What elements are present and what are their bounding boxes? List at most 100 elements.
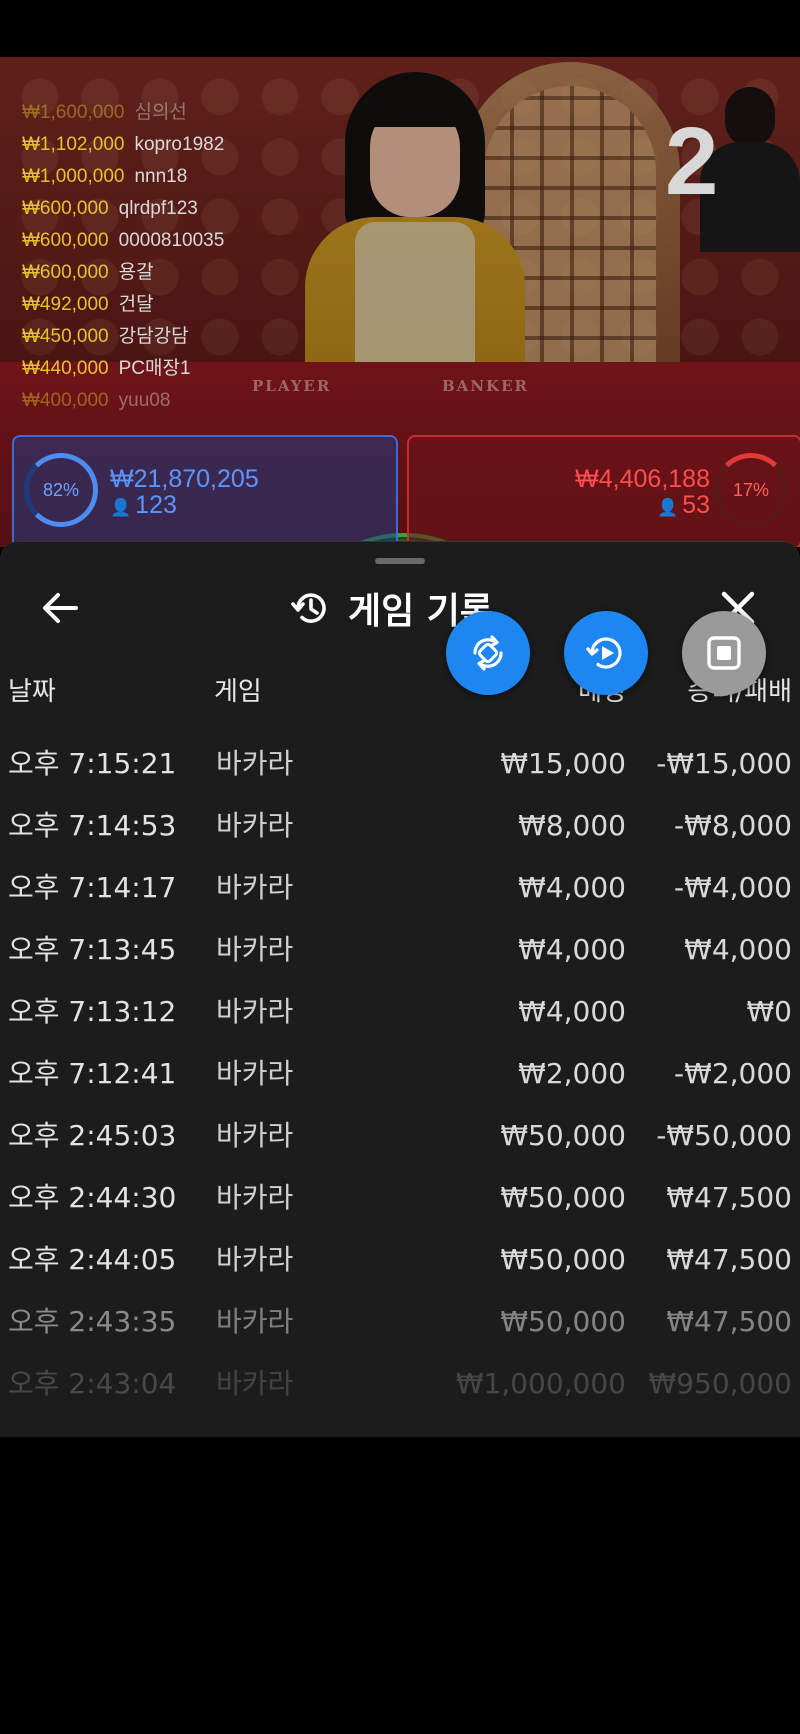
leaderboard-amount: ₩440,000 <box>22 358 109 379</box>
history-game: 바카라 <box>216 747 294 780</box>
leaderboard-name: 0000810035 <box>118 230 225 251</box>
history-game: 바카라 <box>216 809 294 842</box>
leaderboard-row: ₩440,000 PC매장1 <box>22 353 224 385</box>
history-list[interactable]: 오후 7:15:21 바카라 ₩15,000 -₩15,000 오후 7:14:53 바카… <box>0 738 800 1420</box>
leaderboard-row: ₩600,000 용갈 <box>22 257 224 289</box>
banker-bet-spot[interactable]: ₩4,406,188 👤 53 17% <box>407 435 800 547</box>
player-count-wrap: 👤 123 <box>110 491 177 520</box>
leaderboard-name: PC매장1 <box>118 358 191 379</box>
history-game: 바카라 <box>216 1243 294 1276</box>
history-time: 오후 2:44:05 <box>8 1243 177 1276</box>
history-game: 바카라 <box>216 995 294 1028</box>
leaderboard-name: 심의선 <box>134 102 187 123</box>
rotate-screen-button[interactable] <box>446 611 530 695</box>
history-result: -₩4,000 <box>674 871 792 904</box>
history-row[interactable]: 오후 7:13:12 바카라 ₩4,000 ₩0 <box>0 986 800 1048</box>
record-stop-button[interactable] <box>682 611 766 695</box>
stop-record-icon <box>707 636 741 670</box>
history-row[interactable]: 오후 7:13:45 바카라 ₩4,000 ₩4,000 <box>0 924 800 986</box>
column-game: 게임 <box>214 677 262 707</box>
leaderboard-row: ₩600,000 0000810035 <box>22 225 224 257</box>
history-clock-icon <box>291 593 326 623</box>
history-bet: ₩1,000,000 <box>455 1367 626 1400</box>
history-bet: ₩4,000 <box>518 995 626 1028</box>
history-bet: ₩4,000 <box>518 933 626 966</box>
leaderboard-amount: ₩400,000 <box>22 390 109 411</box>
history-game: 바카라 <box>216 1305 294 1338</box>
banker-percent-ring: 17% <box>714 453 788 527</box>
screen-rotate-icon <box>473 635 503 671</box>
history-time: 오후 7:14:53 <box>8 809 177 842</box>
leaderboard-amount: ₩600,000 <box>22 262 109 283</box>
leaderboard-amount: ₩1,600,000 <box>22 102 125 123</box>
leaderboard-row: ₩450,000 강담강담 <box>22 321 224 353</box>
history-row[interactable]: 오후 2:45:03 바카라 ₩50,000 -₩50,000 <box>0 1110 800 1172</box>
history-game: 바카라 <box>216 1119 294 1152</box>
history-time: 오후 7:14:17 <box>8 871 177 904</box>
history-game: 바카라 <box>216 1181 294 1214</box>
history-bet: ₩2,000 <box>518 1057 626 1090</box>
history-time: 오후 2:45:03 <box>8 1119 177 1152</box>
history-result: -₩15,000 <box>656 747 792 780</box>
player-percent-ring: 82% <box>24 453 98 527</box>
history-time: 오후 7:12:41 <box>8 1057 177 1090</box>
leaderboard-row: ₩1,600,000 심의선 <box>22 97 224 129</box>
leaderboard-name: 강담강담 <box>118 326 189 347</box>
history-bet: ₩50,000 <box>500 1305 626 1338</box>
history-result: ₩4,000 <box>684 933 792 966</box>
history-result: -₩8,000 <box>674 809 792 842</box>
user-icon: 👤 <box>110 498 132 517</box>
history-bet: ₩15,000 <box>500 747 626 780</box>
leaderboard-name: 용갈 <box>118 262 154 283</box>
live-video: PLAYER BANKER 2 ₩1,600,000 심의선 ₩1,102,000 k… <box>0 57 800 547</box>
history-result: ₩47,500 <box>666 1181 792 1214</box>
history-bet: ₩8,000 <box>518 809 626 842</box>
history-bet: ₩50,000 <box>500 1181 626 1214</box>
history-game: 바카라 <box>216 1057 294 1090</box>
history-row[interactable]: 오후 7:12:41 바카라 ₩2,000 -₩2,000 <box>0 1048 800 1110</box>
history-time: 오후 7:13:45 <box>8 933 177 966</box>
record-play-button[interactable] <box>564 611 648 695</box>
history-bet: ₩50,000 <box>500 1243 626 1276</box>
history-game: 바카라 <box>216 871 294 904</box>
history-row[interactable]: 오후 7:15:21 바카라 ₩15,000 -₩15,000 <box>0 738 800 800</box>
history-row[interactable]: 오후 2:44:05 바카라 ₩50,000 ₩47,500 <box>0 1234 800 1296</box>
history-result: -₩50,000 <box>656 1119 792 1152</box>
history-time: 오후 2:44:30 <box>8 1181 177 1214</box>
history-result: ₩0 <box>746 995 793 1028</box>
history-row[interactable]: 오후 2:43:35 바카라 ₩50,000 ₩47,500 <box>0 1296 800 1358</box>
history-result: ₩950,000 <box>648 1367 792 1400</box>
history-time: 오후 7:13:12 <box>8 995 177 1028</box>
history-time: 오후 2:43:35 <box>8 1305 177 1338</box>
leaderboard-name: nnn18 <box>134 166 188 187</box>
leaderboard-row: ₩1,102,000 kopro1982 <box>22 129 224 161</box>
history-row[interactable]: 오후 2:44:30 바카라 ₩50,000 ₩47,500 <box>0 1172 800 1234</box>
leaderboard-row: ₩400,000 yuu08 <box>22 385 224 417</box>
leaderboard-amount: ₩1,000,000 <box>22 166 125 187</box>
sheet-drag-handle[interactable] <box>375 558 425 564</box>
play-record-icon <box>586 637 622 669</box>
history-row[interactable]: 오후 7:14:17 바카라 ₩4,000 -₩4,000 <box>0 862 800 924</box>
banker-count-wrap: 👤 53 <box>657 491 710 520</box>
leaderboard-row: ₩492,000 건달 <box>22 289 224 321</box>
back-button[interactable] <box>36 584 84 632</box>
player-total: ₩21,870,205 <box>110 465 259 493</box>
leaderboard-amount: ₩600,000 <box>22 230 109 251</box>
leaderboard: ₩1,600,000 심의선 ₩1,102,000 kopro1982 ₩1,000,0… <box>22 97 224 417</box>
leaderboard-name: qlrdpf123 <box>118 198 198 219</box>
history-time: 오후 7:15:21 <box>8 747 177 780</box>
leaderboard-name: kopro1982 <box>134 134 225 155</box>
leaderboard-amount: ₩1,102,000 <box>22 134 125 155</box>
history-result: -₩2,000 <box>674 1057 792 1090</box>
banker-total: ₩4,406,188 <box>575 465 710 493</box>
history-row[interactable]: 오후 2:43:04 바카라 ₩1,000,000 ₩950,000 <box>0 1358 800 1420</box>
player-bet-spot[interactable]: 82% ₩21,870,205 👤 123 <box>12 435 398 547</box>
leaderboard-amount: ₩600,000 <box>22 198 109 219</box>
history-row[interactable]: 오후 7:14:53 바카라 ₩8,000 -₩8,000 <box>0 800 800 862</box>
leaderboard-row: ₩1,000,000 nnn18 <box>22 161 224 193</box>
player-count: 123 <box>135 491 177 519</box>
history-game: 바카라 <box>216 933 294 966</box>
column-date: 날짜 <box>8 677 56 707</box>
game-history-sheet: 게임 기록 날짜 게임 베팅 승리/패배 오후 7:15:21바카라₩15,00… <box>0 541 800 1437</box>
history-time: 오후 2:43:04 <box>8 1367 177 1400</box>
